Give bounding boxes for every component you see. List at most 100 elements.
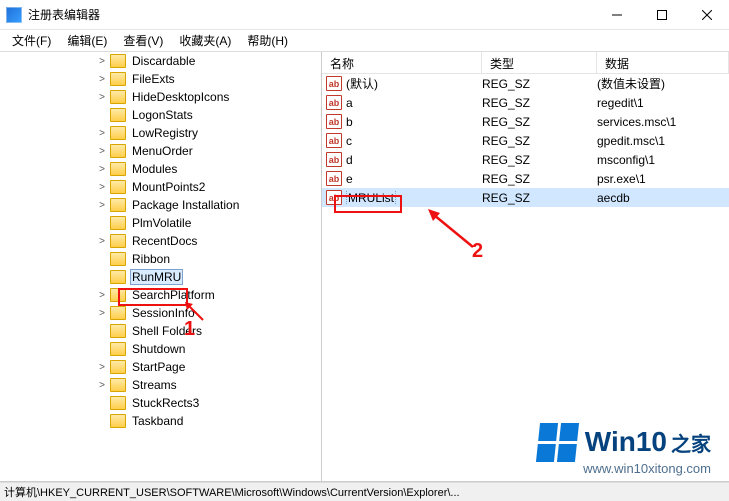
tree-item[interactable]: > Modules [0, 160, 321, 178]
list-row[interactable]: ab(默认)REG_SZ(数值未设置) [322, 74, 729, 93]
tree-item[interactable]: PlmVolatile [0, 214, 321, 232]
list-row[interactable]: abb REG_SZservices.msc\1 [322, 112, 729, 131]
folder-icon [110, 126, 126, 140]
status-path: 计算机\HKEY_CURRENT_USER\SOFTWARE\Microsoft… [4, 484, 460, 500]
expand-icon[interactable]: > [96, 146, 108, 157]
tree-item[interactable]: Shutdown [0, 340, 321, 358]
list-row[interactable]: abMRUListREG_SZaecdb [322, 188, 729, 207]
expand-icon[interactable]: > [96, 164, 108, 175]
folder-icon [110, 144, 126, 158]
menu-file[interactable]: 文件(F) [4, 30, 59, 51]
folder-icon [110, 108, 126, 122]
col-name[interactable]: 名称 [322, 52, 482, 73]
list-row[interactable]: abdREG_SZmsconfig\1 [322, 150, 729, 169]
status-bar: 计算机\HKEY_CURRENT_USER\SOFTWARE\Microsoft… [0, 482, 729, 501]
folder-icon [110, 324, 126, 338]
menu-view[interactable]: 查看(V) [115, 30, 171, 51]
tree-item[interactable]: Ribbon [0, 250, 321, 268]
value-data: aecdb [597, 191, 729, 205]
expand-icon[interactable]: > [96, 308, 108, 319]
value-data: regedit\1 [597, 96, 729, 110]
maximize-button[interactable] [639, 0, 684, 30]
folder-icon [110, 396, 126, 410]
folder-icon [110, 72, 126, 86]
expand-icon[interactable]: > [96, 290, 108, 301]
tree-item[interactable]: > Discardable [0, 52, 321, 70]
expand-icon[interactable]: > [96, 128, 108, 139]
menu-favorites[interactable]: 收藏夹(A) [171, 30, 239, 51]
menu-edit[interactable]: 编辑(E) [59, 30, 115, 51]
tree-item[interactable]: >SearchPlatform [0, 286, 321, 304]
tree-item-label: Package Installation [130, 198, 241, 212]
tree-item[interactable]: >StartPage [0, 358, 321, 376]
registry-tree[interactable]: >Discardable>FileExts>HideDesktopIconsLo… [0, 52, 322, 481]
expand-icon[interactable]: > [96, 200, 108, 211]
titlebar: 注册表编辑器 [0, 0, 729, 30]
expand-icon[interactable]: > [96, 182, 108, 193]
folder-icon [110, 90, 126, 104]
tree-item-label: SessionInfo [130, 306, 197, 320]
value-type: REG_SZ [482, 115, 597, 129]
menu-help[interactable]: 帮助(H) [239, 30, 296, 51]
value-type: REG_SZ [482, 153, 597, 167]
tree-item[interactable]: RunMRU [0, 268, 321, 286]
value-name: d [346, 153, 353, 167]
folder-icon [110, 198, 126, 212]
expand-icon[interactable]: > [96, 236, 108, 247]
string-value-icon: ab [326, 190, 342, 205]
expand-icon[interactable]: > [96, 56, 108, 67]
tree-item[interactable]: > SessionInfo [0, 304, 321, 322]
tree-item-label: Discardable [130, 54, 197, 68]
tree-item[interactable]: >FileExts [0, 70, 321, 88]
list-row[interactable]: abcREG_SZgpedit.msc\1 [322, 131, 729, 150]
tree-item[interactable]: >Streams [0, 376, 321, 394]
string-value-icon: ab [326, 114, 342, 129]
list-body[interactable]: ab(默认)REG_SZ(数值未设置)abaREG_SZregedit\1abb… [322, 74, 729, 481]
value-name: e [346, 172, 353, 186]
list-row[interactable]: abeREG_SZpsr.exe\1 [322, 169, 729, 188]
folder-icon [110, 180, 126, 194]
tree-item[interactable]: LogonStats [0, 106, 321, 124]
tree-item-label: Taskband [130, 414, 185, 428]
tree-item[interactable]: Taskband [0, 412, 321, 430]
close-button[interactable] [684, 0, 729, 30]
tree-item-label: Modules [130, 162, 179, 176]
folder-icon [110, 414, 126, 428]
col-type[interactable]: 类型 [482, 52, 597, 73]
tree-item-label: Shutdown [130, 342, 187, 356]
tree-item[interactable]: > Package Installation [0, 196, 321, 214]
expand-icon[interactable]: > [96, 74, 108, 85]
expand-icon[interactable]: > [96, 380, 108, 391]
folder-icon [110, 252, 126, 266]
tree-item[interactable]: StuckRects3 [0, 394, 321, 412]
window-controls [594, 0, 729, 30]
tree-item[interactable]: >MountPoints2 [0, 178, 321, 196]
tree-item[interactable]: > LowRegistry [0, 124, 321, 142]
expand-icon[interactable]: > [96, 362, 108, 373]
value-name: MRUList [346, 191, 396, 205]
folder-icon [110, 360, 126, 374]
tree-item-label: RunMRU [130, 269, 183, 285]
folder-icon [110, 306, 126, 320]
tree-item[interactable]: Shell Folders [0, 322, 321, 340]
menubar: 文件(F) 编辑(E) 查看(V) 收藏夹(A) 帮助(H) [0, 30, 729, 52]
list-row[interactable]: abaREG_SZregedit\1 [322, 93, 729, 112]
value-data: msconfig\1 [597, 153, 729, 167]
value-data: services.msc\1 [597, 115, 729, 129]
tree-item[interactable]: >RecentDocs [0, 232, 321, 250]
tree-item-label: LowRegistry [130, 126, 200, 140]
minimize-button[interactable] [594, 0, 639, 30]
value-name: b [346, 115, 353, 129]
col-data[interactable]: 数据 [597, 52, 729, 73]
value-data: (数值未设置) [597, 75, 729, 92]
registry-values: 名称 类型 数据 ab(默认)REG_SZ(数值未设置)abaREG_SZreg… [322, 52, 729, 481]
tree-item[interactable]: >MenuOrder [0, 142, 321, 160]
value-type: REG_SZ [482, 96, 597, 110]
tree-item-label: PlmVolatile [130, 216, 193, 230]
value-data: psr.exe\1 [597, 172, 729, 186]
folder-icon [110, 234, 126, 248]
folder-icon [110, 378, 126, 392]
folder-icon [110, 54, 126, 68]
expand-icon[interactable]: > [96, 92, 108, 103]
tree-item[interactable]: >HideDesktopIcons [0, 88, 321, 106]
